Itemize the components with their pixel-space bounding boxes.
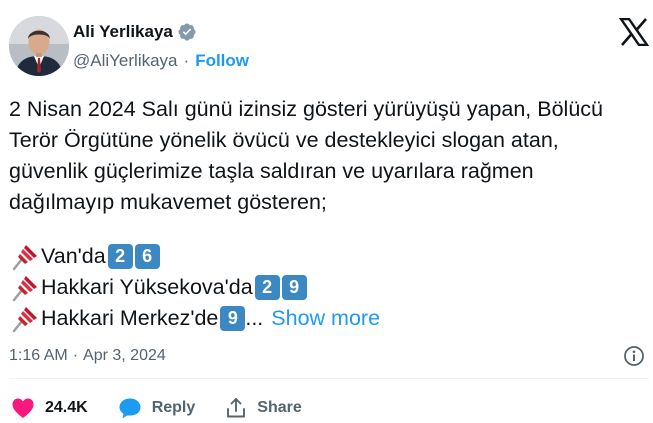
x-logo-icon[interactable] (618, 17, 650, 47)
keycap-digit: 9 (220, 306, 246, 331)
share-label: Share (257, 399, 302, 416)
handle-separator: · (183, 51, 190, 70)
list-item-text: Van'da (41, 244, 106, 268)
like-count: 24.4K (45, 399, 88, 416)
author-name-row: Ali Yerlikaya (73, 20, 197, 44)
tweet-actions: 24.4K Reply Share (9, 395, 302, 421)
keycap-digit: 2 (107, 244, 133, 269)
list-item: Hakkari Merkez'de 9 ... Show more (9, 303, 380, 334)
author-display-name[interactable]: Ali Yerlikaya (73, 22, 173, 42)
like-button[interactable]: 24.4K (11, 397, 88, 419)
keycap-digit: 2 (254, 275, 280, 300)
tweet-card: Ali Yerlikaya @AliYerlikaya · Follow 2 N… (0, 0, 653, 423)
share-upload-icon (227, 398, 246, 418)
ellipsis: ... (245, 306, 264, 330)
keycap-digit: 6 (134, 244, 160, 269)
heart-icon (12, 398, 34, 418)
tweet-meta: 1:16 AM · Apr 3, 2024 (9, 345, 649, 367)
author-handle[interactable]: @AliYerlikaya (73, 51, 178, 71)
avatar[interactable] (9, 16, 69, 76)
follow-button[interactable]: Follow (195, 51, 249, 71)
show-more-link[interactable]: Show more (271, 303, 380, 334)
tweet-date[interactable]: Apr 3, 2024 (83, 347, 166, 365)
pushpin-icon (9, 305, 39, 333)
info-icon[interactable] (623, 345, 645, 367)
reply-label: Reply (151, 399, 196, 416)
tweet-time[interactable]: 1:16 AM (9, 347, 68, 365)
tweet-text: 2 Nisan 2024 Salı günü izinsiz gösteri y… (9, 97, 603, 214)
tweet-list: Van'da 2 6 Hakkari Yüksekova'da 2 9 Hakk… (9, 241, 380, 334)
divider (9, 378, 649, 379)
list-item-text: Hakkari Merkez'de (41, 306, 219, 330)
list-item-text: Hakkari Yüksekova'da (41, 275, 253, 299)
meta-separator: · (72, 347, 79, 364)
list-item: Hakkari Yüksekova'da 2 9 (9, 272, 380, 303)
list-item: Van'da 2 6 (9, 241, 380, 272)
share-button[interactable]: Share (225, 397, 302, 419)
pushpin-icon (9, 243, 39, 271)
reply-button[interactable]: Reply (118, 397, 196, 419)
keycap-digit: 9 (281, 275, 307, 300)
reply-bubble-icon (119, 398, 141, 419)
verified-badge-icon (177, 22, 197, 42)
author-handle-row: @AliYerlikaya · Follow (73, 50, 249, 72)
pushpin-icon (9, 274, 39, 302)
